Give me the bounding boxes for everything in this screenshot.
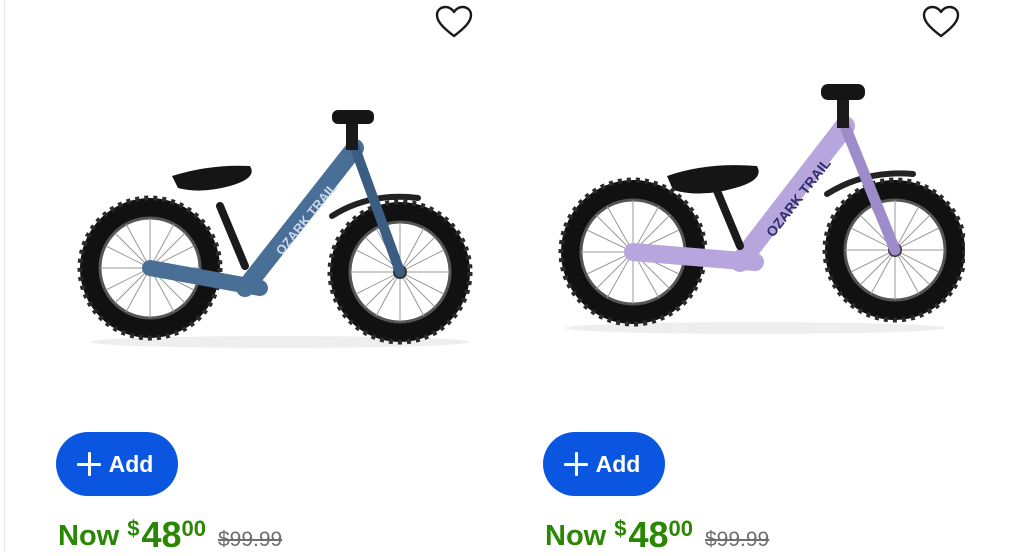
was-price: $99.99 [705,528,770,551]
bike-handlebar [332,110,374,124]
balance-bike-image: OZARK TRAIL [77,110,473,348]
price-prefix: Now [58,520,120,552]
price-dollars: 48 [141,514,182,555]
heart-outline-icon [922,5,960,38]
left-divider [4,0,5,552]
heart-outline-icon [435,5,473,38]
add-to-cart-button[interactable]: Add [543,432,665,496]
price-cents: 00 [668,516,693,541]
product-card: OZARK TRAIL Add Now $ 48 00 $99.99 [56,0,543,555]
product-image[interactable]: OZARK TRAIL [70,66,490,366]
favorite-button[interactable] [434,4,474,40]
was-price: $99.99 [218,528,283,551]
add-to-cart-button[interactable]: Add [56,432,178,496]
bike-seat [667,165,759,194]
plus-icon [76,452,101,476]
frame-logo-text: OZARK TRAIL [273,180,340,258]
price-currency: $ [127,516,140,541]
price-dollars: 48 [628,514,669,555]
bike-seat [172,165,252,191]
price-row: Now $ 48 00 $99.99 [58,510,283,555]
price-row: Now $ 48 00 $99.99 [545,510,770,555]
add-button-label: Add [108,450,154,477]
favorite-button[interactable] [921,4,961,40]
frame-logo-text: OZARK TRAIL [763,155,834,240]
price-currency: $ [614,516,627,541]
product-image[interactable]: OZARK TRAIL [545,66,968,366]
price-prefix: Now [545,520,607,552]
add-button-label: Add [595,450,641,477]
plus-icon [563,452,588,476]
price-cents: 00 [181,516,206,541]
balance-bike-image: OZARK TRAIL [558,84,968,334]
product-card: OZARK TRAIL Add Now $ 48 00 $99.99 [543,0,1030,555]
bike-handlebar [821,84,865,100]
